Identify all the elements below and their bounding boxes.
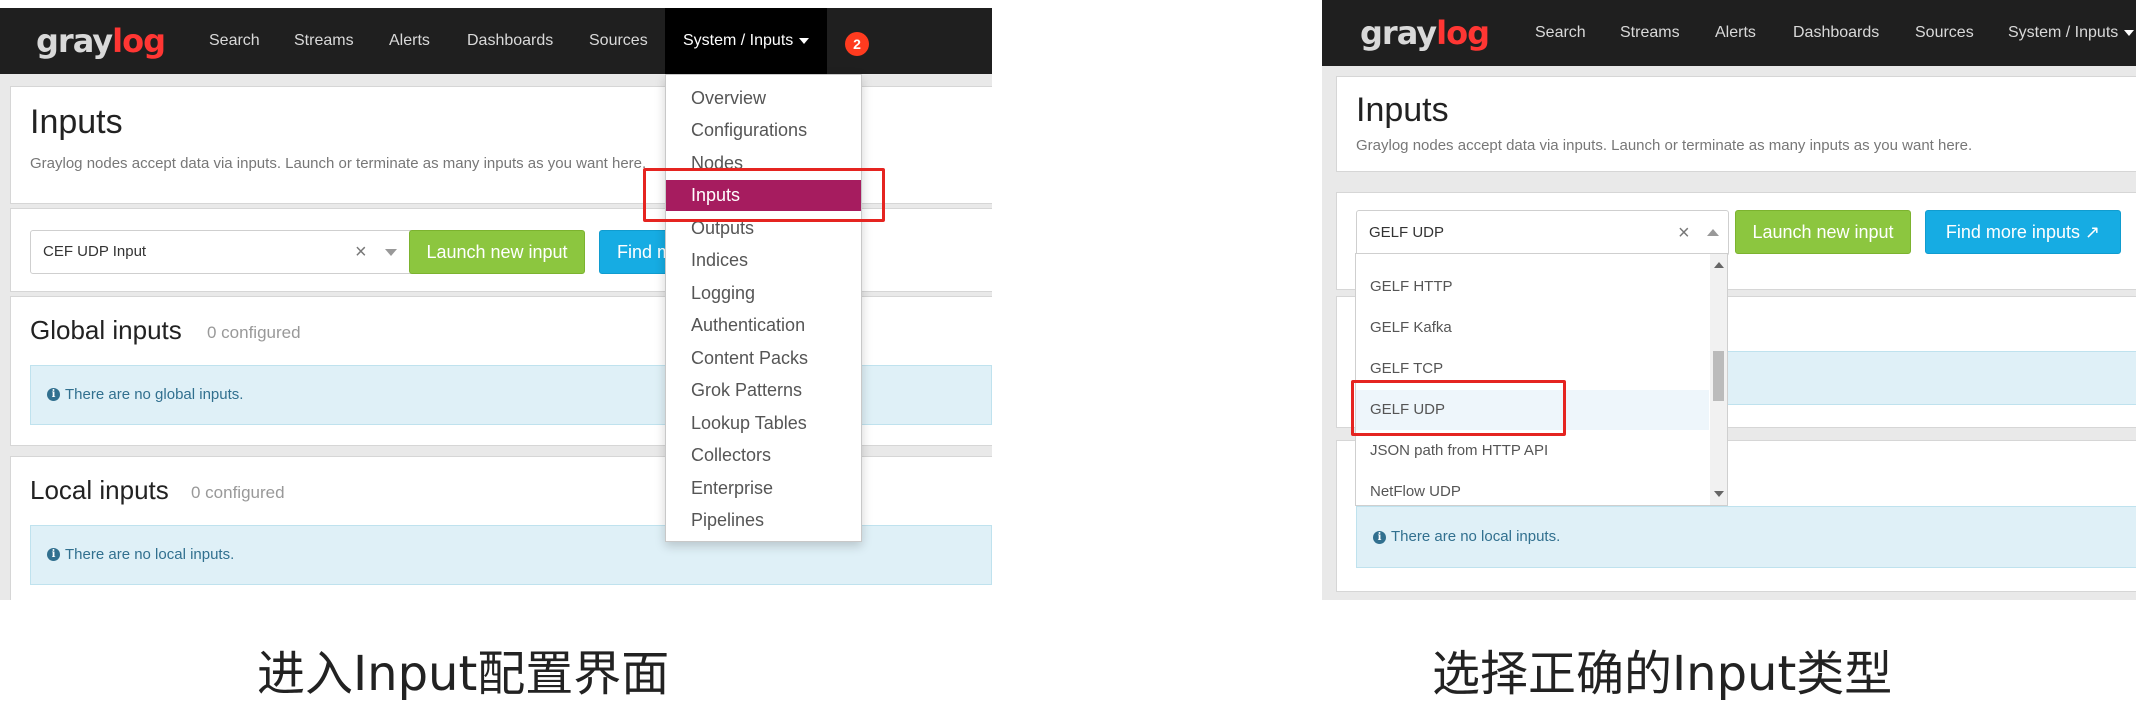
nav-sources[interactable]: Sources	[1915, 0, 1974, 66]
launch-new-input-button[interactable]: Launch new input	[409, 230, 585, 274]
option-gelf-http[interactable]: GELF HTTP	[1356, 267, 1709, 307]
page-subtitle: Graylog nodes accept data via inputs. La…	[1356, 137, 1973, 154]
menu-item-content-packs[interactable]: Content Packs	[666, 343, 861, 374]
navbar: graylog Search Streams Alerts Dashboards…	[0, 8, 992, 74]
page-title: Inputs	[1356, 91, 1449, 129]
input-type-select[interactable]: GELF UDP ×	[1356, 210, 1729, 256]
annotation-highlight-gelf-udp	[1351, 380, 1566, 436]
nav-dashboards[interactable]: Dashboards	[467, 8, 553, 74]
page-subtitle: Graylog nodes accept data via inputs. La…	[30, 155, 647, 172]
info-icon: i	[47, 388, 60, 401]
caption-left: 进入Input配置界面	[257, 646, 670, 702]
clear-icon[interactable]: ×	[1678, 211, 1690, 255]
input-type-select[interactable]: CEF UDP Input ×	[30, 230, 416, 274]
nav-streams[interactable]: Streams	[1620, 0, 1680, 66]
nav-search[interactable]: Search	[1535, 0, 1586, 66]
launch-new-input-button[interactable]: Launch new input	[1735, 210, 1911, 254]
nav-alerts[interactable]: Alerts	[1715, 0, 1756, 66]
graylog-logo[interactable]: graylog	[1360, 14, 1490, 52]
nav-sources[interactable]: Sources	[589, 8, 648, 74]
scroll-down-icon[interactable]	[1714, 491, 1724, 497]
nav-system-inputs[interactable]: System / Inputs	[665, 8, 828, 74]
nav-dashboards[interactable]: Dashboards	[1793, 0, 1879, 66]
options-scrollbar[interactable]	[1710, 254, 1727, 505]
scroll-up-icon[interactable]	[1714, 262, 1724, 268]
menu-item-overview[interactable]: Overview	[666, 83, 861, 114]
clear-icon[interactable]: ×	[355, 231, 367, 273]
header-box: Inputs Graylog nodes accept data via inp…	[1336, 76, 2136, 172]
caption-right: 选择正确的Input类型	[1432, 646, 1893, 702]
local-inputs-count: 0 configured	[191, 483, 285, 502]
menu-item-lookup-tables[interactable]: Lookup Tables	[666, 408, 861, 439]
option-json-path-http[interactable]: JSON path from HTTP API	[1356, 431, 1709, 471]
page-title: Inputs	[30, 103, 123, 141]
left-screenshot: graylog Search Streams Alerts Dashboards…	[0, 8, 992, 600]
menu-item-grok-patterns[interactable]: Grok Patterns	[666, 375, 861, 406]
system-dropdown-menu: Overview Configurations Nodes Inputs Out…	[665, 74, 862, 542]
menu-item-collectors[interactable]: Collectors	[666, 440, 861, 471]
local-inputs-info: i There are no local inputs.	[1356, 506, 2136, 568]
local-inputs-title: Local inputs	[30, 475, 169, 505]
caret-down-icon	[2124, 29, 2135, 36]
graylog-logo[interactable]: graylog	[36, 22, 166, 60]
global-inputs-title: Global inputs	[30, 315, 182, 345]
option-gelf-kafka[interactable]: GELF Kafka	[1356, 308, 1709, 348]
menu-item-pipelines[interactable]: Pipelines	[666, 505, 861, 536]
annotation-highlight-inputs	[643, 168, 885, 222]
info-icon: i	[47, 548, 60, 561]
menu-item-logging[interactable]: Logging	[666, 278, 861, 309]
menu-item-enterprise[interactable]: Enterprise	[666, 473, 861, 504]
info-icon: i	[1373, 531, 1386, 544]
right-screenshot: graylog Search Streams Alerts Dashboards…	[1322, 0, 2136, 600]
global-inputs-count: 0 configured	[207, 323, 301, 342]
nav-alerts[interactable]: Alerts	[389, 8, 430, 74]
external-link-icon: ↗	[2084, 222, 2101, 242]
menu-item-indices[interactable]: Indices	[666, 245, 861, 276]
notification-badge[interactable]: 2	[845, 32, 869, 56]
chevron-up-icon[interactable]	[1707, 229, 1719, 236]
nav-streams[interactable]: Streams	[294, 8, 354, 74]
scrollbar-thumb[interactable]	[1713, 351, 1724, 401]
nav-system-inputs[interactable]: System / Inputs	[2008, 0, 2135, 66]
menu-item-authentication[interactable]: Authentication	[666, 310, 861, 341]
chevron-down-icon[interactable]	[385, 249, 397, 256]
find-more-inputs-button[interactable]: Find more inputs ↗	[1925, 210, 2121, 254]
navbar: graylog Search Streams Alerts Dashboards…	[1322, 0, 2136, 66]
nav-search[interactable]: Search	[209, 8, 260, 74]
caret-down-icon	[799, 37, 810, 44]
menu-item-configurations[interactable]: Configurations	[666, 115, 861, 146]
option-netflow-udp[interactable]: NetFlow UDP	[1356, 472, 1709, 505]
